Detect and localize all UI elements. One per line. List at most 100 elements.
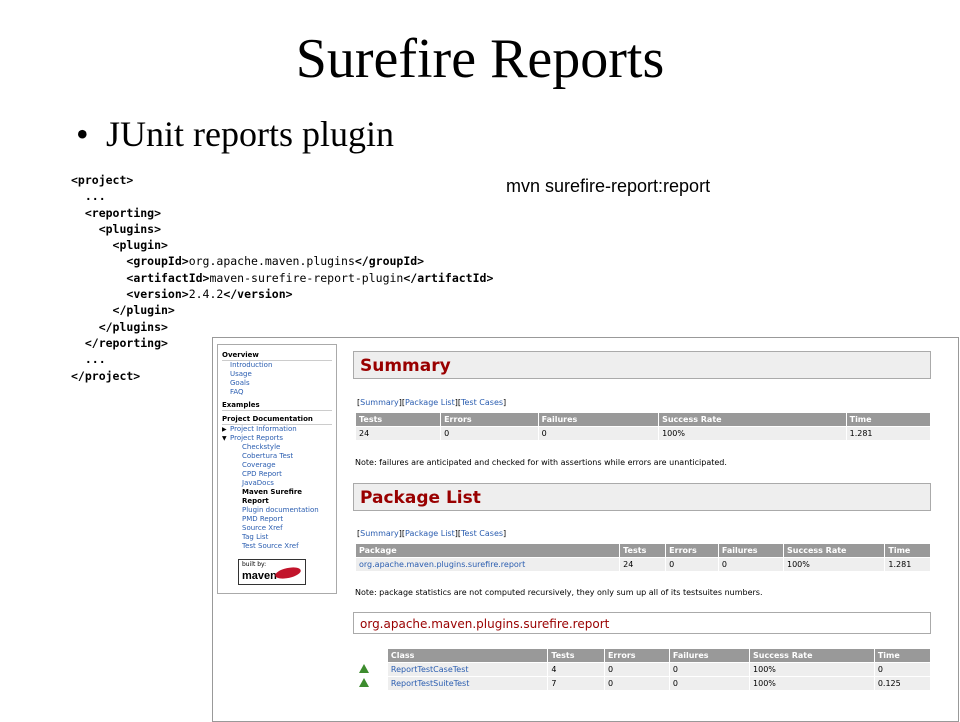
- sidebar-item-introduction[interactable]: Introduction: [222, 361, 332, 370]
- table-cell: 0: [668, 662, 751, 677]
- sidebar-item-tag-list[interactable]: Tag List: [222, 533, 332, 542]
- code-line: <groupId>org.apache.maven.plugins</group…: [71, 253, 493, 269]
- table-cell: 100%: [658, 426, 847, 441]
- report-screenshot: Overview Introduction Usage Goals FAQ Examp…: [212, 337, 959, 722]
- table-cell: 24: [354, 426, 442, 441]
- code-token: ...: [84, 352, 106, 367]
- sidebar-item-javadocs[interactable]: JavaDocs: [222, 479, 332, 488]
- code-line: <plugins>: [71, 221, 493, 237]
- command-text: mvn surefire-report:report: [506, 176, 711, 196]
- code-token: <groupId>: [126, 254, 189, 269]
- sidebar-item-cpd-report[interactable]: CPD Report: [222, 470, 332, 479]
- link-package-list-2[interactable]: Package List: [405, 529, 455, 538]
- table-header-row: Class Tests Errors Failures Success Rate Time: [355, 648, 932, 663]
- code-line: <version>2.4.2</version>: [71, 286, 493, 302]
- sidebar-item-cobertura-test[interactable]: Cobertura Test: [222, 452, 332, 461]
- code-token: </reporting>: [84, 335, 168, 350]
- code-line: <artifactId>maven-surefire-report-plugin…: [71, 270, 493, 286]
- bullet-item: • JUnit reports plugin: [76, 112, 394, 156]
- sidebar-item-faq[interactable]: FAQ: [222, 388, 332, 397]
- code-line: <plugin>: [71, 237, 493, 253]
- table-cell[interactable]: org.apache.maven.plugins.surefire.report: [354, 557, 621, 572]
- table-header-row: Tests Errors Failures Success Rate Time: [354, 412, 932, 427]
- code-token: </groupId>: [354, 254, 425, 269]
- code-token: <version>: [126, 287, 189, 302]
- table-cell: 0: [873, 662, 932, 677]
- code-line: <project>: [71, 172, 493, 188]
- code-token: <project>: [71, 173, 134, 187]
- table-cell: 100%: [749, 676, 875, 691]
- code-token: <plugin>: [112, 238, 168, 253]
- code-token: org.apache.maven.plugins: [188, 254, 355, 269]
- sidebar-item-checkstyle[interactable]: Checkstyle: [222, 443, 332, 452]
- bullet-text: JUnit reports plugin: [106, 114, 394, 154]
- link-test-cases[interactable]: Test Cases: [461, 398, 503, 407]
- package-table: Package Tests Errors Failures Success Rate Ti…: [354, 543, 931, 572]
- table-cell: 4: [547, 662, 605, 677]
- table-row: 24 0 0 100% 1.281: [354, 426, 932, 441]
- column-header: Tests: [354, 412, 442, 427]
- section-title-summary: Summary: [353, 351, 931, 379]
- table-cell[interactable]: ReportTestCaseTest: [386, 662, 549, 677]
- sidebar-item-current-1: Maven Surefire: [242, 488, 303, 496]
- column-header: Tests: [619, 543, 667, 558]
- sidebar-heading-project: Project Documentation: [222, 415, 332, 425]
- code-token: </project>: [71, 368, 141, 383]
- summary-table: Tests Errors Failures Success Rate Time 24 0 0…: [354, 412, 932, 441]
- column-header: Success Rate: [749, 648, 875, 663]
- code-line: ...: [71, 188, 493, 204]
- table-row: ReportTestSuiteTest 7 0 0 100% 0.125: [355, 676, 932, 691]
- link-package-list[interactable]: Package List: [405, 398, 455, 407]
- sidebar-item-plugin-documentation[interactable]: Plugin documentation: [222, 506, 332, 515]
- sidebar-item-project-information[interactable]: ▶ Project Information: [222, 425, 332, 434]
- sidebar-item-source-xref[interactable]: Source Xref: [222, 524, 332, 533]
- column-header: Errors: [665, 543, 719, 558]
- column-header: Failures: [537, 412, 660, 427]
- column-header: Success Rate: [782, 543, 886, 558]
- table-header-row: Package Tests Errors Failures Success Rate Ti…: [354, 543, 931, 558]
- sidebar-item-coverage[interactable]: Coverage: [222, 461, 332, 470]
- table-cell: 0: [603, 662, 670, 677]
- table-cell: 100%: [749, 662, 875, 677]
- column-header: Failures: [668, 648, 751, 663]
- column-header: [355, 648, 388, 663]
- bullet-dot-icon: •: [76, 114, 89, 154]
- column-header: Time: [873, 648, 932, 663]
- sidebar-heading-overview: Overview: [222, 351, 332, 361]
- column-header: Success Rate: [658, 412, 847, 427]
- sidebar-item-test-source-xref[interactable]: Test Source Xref: [222, 542, 332, 551]
- sidebar-item-usage[interactable]: Usage: [222, 370, 332, 379]
- sidebar-item-current-2: Report: [242, 497, 269, 505]
- code-token: </plugin>: [112, 303, 175, 318]
- table-cell: 7: [547, 676, 605, 691]
- section-title-package: org.apache.maven.plugins.surefire.report: [353, 612, 931, 634]
- table-cell: 1.281: [884, 557, 931, 572]
- table-cell[interactable]: ReportTestSuiteTest: [386, 676, 549, 691]
- built-by-maven-badge[interactable]: built by: maven: [238, 559, 306, 585]
- maven-logo-icon: [274, 565, 302, 581]
- link-summary-2[interactable]: Summary: [360, 529, 399, 538]
- table-row: ReportTestCaseTest 4 0 0 100% 0: [355, 662, 932, 677]
- column-header: Time: [845, 412, 932, 427]
- table-cell: 0: [668, 676, 751, 691]
- sidebar-heading-examples[interactable]: Examples: [222, 401, 332, 411]
- column-header: Errors: [440, 412, 539, 427]
- column-header: Errors: [603, 648, 670, 663]
- section-title-package-list: Package List: [353, 483, 931, 511]
- code-token: maven-surefire-report-plugin: [209, 270, 404, 285]
- code-line: </plugins>: [71, 319, 493, 335]
- nav-links-2: [Summary][Package List][Test Cases]: [357, 529, 507, 538]
- table-cell: 24: [619, 557, 667, 572]
- code-token: </version>: [223, 287, 293, 302]
- table-cell: 1.281: [845, 426, 932, 441]
- code-token: <artifactId>: [126, 270, 210, 285]
- sidebar-item-project-reports[interactable]: ▼ Project Reports: [222, 434, 332, 443]
- sidebar-nav: Overview Introduction Usage Goals FAQ Examp…: [217, 344, 337, 594]
- triangle-down-icon: ▼: [222, 435, 227, 442]
- slide-title: Surefire Reports: [295, 28, 665, 90]
- link-test-cases-2[interactable]: Test Cases: [461, 529, 503, 538]
- sidebar-item-pmd-report[interactable]: PMD Report: [222, 515, 332, 524]
- link-summary[interactable]: Summary: [360, 398, 399, 407]
- summary-note: Note: failures are anticipated and check…: [355, 458, 727, 467]
- sidebar-item-goals[interactable]: Goals: [222, 379, 332, 388]
